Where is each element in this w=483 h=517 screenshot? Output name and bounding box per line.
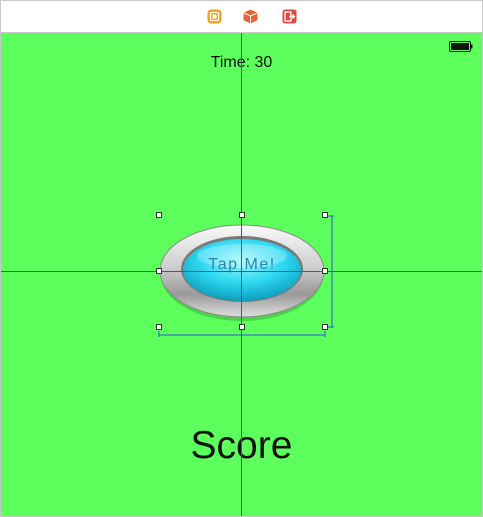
exit-icon[interactable] bbox=[282, 9, 297, 24]
size-indicators bbox=[158, 215, 334, 337]
storyboard-frame: Time: 30 Tap Me! Score bbox=[0, 0, 483, 517]
resize-handle-bottom-right[interactable] bbox=[322, 324, 328, 330]
resize-handle-left[interactable] bbox=[156, 268, 162, 274]
resize-handle-top-left[interactable] bbox=[156, 212, 162, 218]
resize-handle-bottom-left[interactable] bbox=[156, 324, 162, 330]
first-responder-icon[interactable] bbox=[243, 9, 258, 24]
view-canvas: Time: 30 Tap Me! Score bbox=[1, 33, 482, 516]
resize-handle-right[interactable] bbox=[322, 268, 328, 274]
resize-handle-top[interactable] bbox=[239, 212, 245, 218]
resize-handle-bottom[interactable] bbox=[239, 324, 245, 330]
scene-dock bbox=[1, 1, 482, 33]
view-controller-icon[interactable] bbox=[207, 9, 222, 24]
resize-handle-top-right[interactable] bbox=[322, 212, 328, 218]
